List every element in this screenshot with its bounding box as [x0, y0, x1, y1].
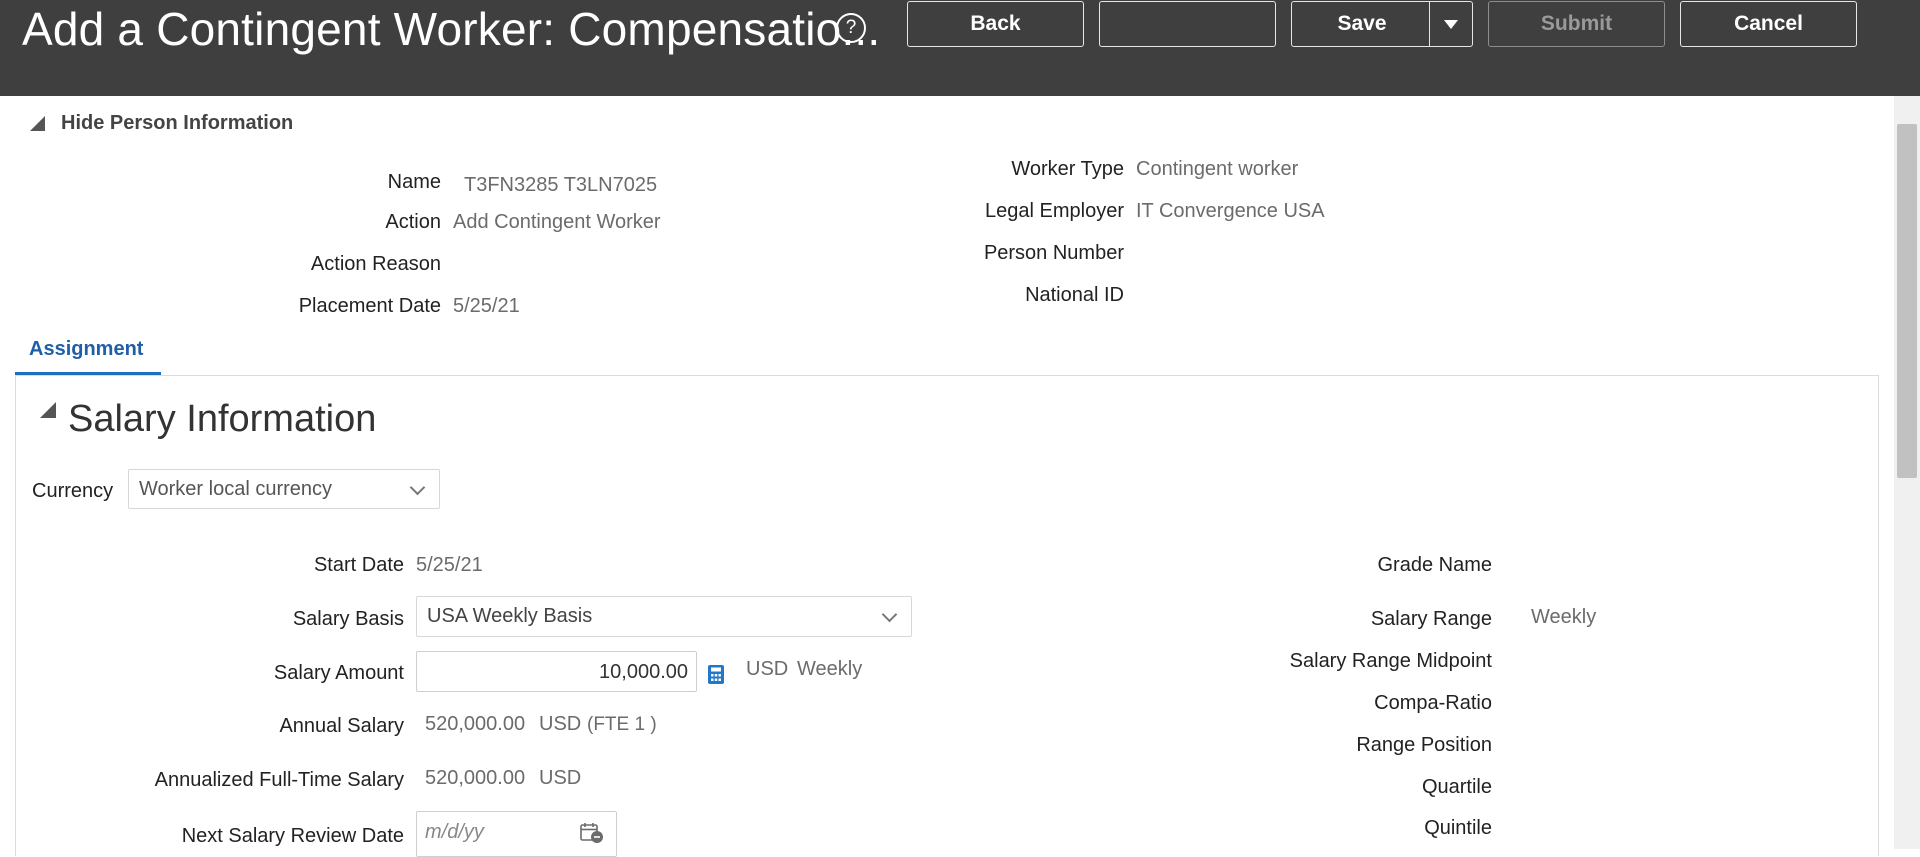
calendar-icon[interactable] — [580, 822, 604, 844]
next-salary-review-date-label: Next Salary Review Date — [181, 825, 404, 847]
salary-basis-select-value: USA Weekly Basis — [427, 605, 593, 627]
tab-assignment[interactable]: Assignment — [15, 336, 161, 376]
help-icon[interactable]: ? — [836, 13, 866, 43]
collapse-triangle-icon[interactable] — [40, 402, 56, 418]
save-dropdown-button[interactable] — [1429, 2, 1472, 46]
tab-assignment-label: Assignment — [29, 338, 144, 360]
hide-person-information-label: Hide Person Information — [61, 112, 294, 134]
cancel-button-label: Cancel — [1734, 12, 1803, 35]
currency-select[interactable]: Worker local currency — [128, 469, 440, 509]
save-dropdown-icon — [1444, 19, 1458, 29]
hide-person-information-toggle[interactable]: Hide Person Information — [30, 112, 293, 135]
action-value: Add Contingent Worker — [453, 211, 661, 233]
submit-button-label: Submit — [1540, 12, 1613, 35]
name-value: T3FN3285 T3LN7025 — [464, 174, 658, 196]
next-salary-review-date-placeholder: m/d/yy — [425, 821, 484, 843]
save-button[interactable]: Save — [1291, 1, 1473, 47]
scrollbar-thumb[interactable] — [1897, 124, 1917, 478]
range-position-label: Range Position — [1356, 734, 1492, 756]
chevron-down-icon — [409, 479, 426, 496]
salary-amount-input-value: 10,000.00 — [599, 661, 688, 683]
salary-amount-currency: USD — [746, 658, 789, 680]
back-button-label: Back — [970, 12, 1021, 35]
person-number-label: Person Number — [983, 242, 1124, 264]
blank-button[interactable] — [1099, 1, 1276, 47]
placement-date-label: Placement Date — [298, 295, 441, 317]
grade-name-label: Grade Name — [1377, 554, 1493, 576]
annual-salary-currency: USD — [539, 713, 582, 735]
legal-employer-value: IT Convergence USA — [1136, 200, 1325, 222]
salary-amount-frequency: Weekly — [797, 658, 863, 680]
quartile-label: Quartile — [1421, 776, 1492, 798]
annual-salary-value: 520,000.00 — [425, 713, 526, 735]
annual-salary-fte: (FTE 1 ) — [587, 714, 657, 735]
vertical-scrollbar[interactable] — [1894, 96, 1920, 849]
salary-amount-input[interactable]: 10,000.00 — [416, 651, 697, 692]
name-label: Name — [387, 171, 441, 193]
save-button-label: Save — [1337, 12, 1387, 35]
page-title: Add a Contingent Worker: Compensatio... — [22, 3, 881, 55]
chevron-down-icon — [881, 606, 898, 623]
annualized-full-time-salary-label: Annualized Full-Time Salary — [154, 769, 404, 791]
calculator-icon[interactable] — [708, 665, 724, 684]
placement-date-value: 5/25/21 — [453, 295, 520, 317]
annualized-full-time-salary-value: 520,000.00 — [425, 767, 526, 789]
salary-basis-select[interactable]: USA Weekly Basis — [416, 596, 912, 637]
salary-basis-label: Salary Basis — [292, 608, 404, 630]
page-header: Add a Contingent Worker: Compensatio... … — [0, 0, 1920, 96]
start-date-value: 5/25/21 — [416, 554, 483, 576]
cancel-button[interactable]: Cancel — [1680, 1, 1857, 47]
worker-type-label: Worker Type — [1011, 158, 1124, 180]
collapse-triangle-icon — [30, 116, 45, 131]
compa-ratio-label: Compa-Ratio — [1374, 692, 1492, 714]
action-reason-label: Action Reason — [310, 253, 441, 275]
annualized-full-time-salary-currency: USD — [539, 767, 582, 789]
currency-select-value: Worker local currency — [139, 478, 333, 500]
submit-button: Submit — [1488, 1, 1665, 47]
quintile-label: Quintile — [1424, 817, 1492, 839]
back-button[interactable]: Back — [907, 1, 1084, 47]
salary-range-value: Weekly — [1531, 606, 1597, 628]
annual-salary-label: Annual Salary — [279, 715, 404, 737]
salary-range-label: Salary Range — [1370, 608, 1492, 630]
action-label: Action — [385, 211, 441, 233]
worker-type-value: Contingent worker — [1136, 158, 1299, 180]
start-date-label: Start Date — [313, 554, 404, 576]
national-id-label: National ID — [1025, 284, 1124, 306]
legal-employer-label: Legal Employer — [985, 200, 1124, 222]
currency-label: Currency — [32, 480, 114, 502]
salary-information-heading: Salary Information — [68, 398, 377, 440]
salary-amount-label: Salary Amount — [273, 662, 404, 684]
salary-range-midpoint-label: Salary Range Midpoint — [1289, 650, 1492, 672]
